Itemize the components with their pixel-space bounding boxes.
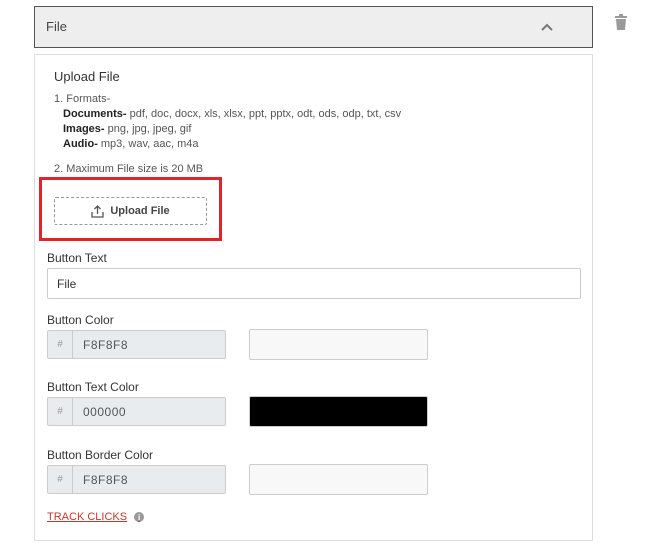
formats-images: Images- png, jpg, jpeg, gif [63,123,192,135]
formats-documents: Documents- pdf, doc, docx, xls, xlsx, pp… [63,108,402,120]
button-color-value: F8F8F8 [83,337,129,352]
upload-icon [91,204,105,218]
button-text-color-label: Button Text Color [47,380,139,394]
button-text-color-input[interactable]: # 000000 [47,397,226,426]
upload-title: Upload File [54,69,120,84]
button-border-color-label: Button Border Color [47,448,154,462]
button-border-color-input[interactable]: # F8F8F8 [47,465,226,494]
button-text-value: File [57,276,77,291]
info-icon[interactable]: i [134,512,145,522]
button-color-input[interactable]: # F8F8F8 [47,330,226,359]
button-text-color-value: 000000 [83,404,127,419]
button-text-color-swatch[interactable] [249,396,428,427]
formats-info: 1. Formats- Documents- pdf, doc, docx, x… [54,92,401,152]
button-text-label: Button Text [47,251,107,265]
hash-prefix: # [48,466,73,493]
hash-prefix: # [48,398,73,425]
upload-file-button[interactable]: Upload File [54,197,207,225]
formats-heading: 1. Formats- [54,93,111,105]
track-clicks-label: TRACK CLICKS [47,511,128,523]
upload-button-label: Upload File [110,205,170,217]
file-section-header[interactable]: File [34,6,593,48]
section-title: File [46,19,67,34]
trash-icon[interactable] [614,14,628,30]
chevron-up-icon[interactable] [540,20,554,34]
button-color-swatch[interactable] [249,329,428,360]
button-border-color-swatch[interactable] [249,464,428,495]
track-clicks-link[interactable]: TRACK CLICKS i [47,511,145,523]
file-settings-panel: Upload File 1. Formats- Documents- pdf, … [34,54,593,541]
hash-prefix: # [48,331,73,358]
button-color-label: Button Color [47,313,114,327]
formats-audio: Audio- mp3, wav, aac, m4a [63,138,199,150]
button-text-input[interactable]: File [47,268,581,299]
max-file-size: 2. Maximum File size is 20 MB [54,163,204,175]
button-border-color-value: F8F8F8 [83,472,129,487]
